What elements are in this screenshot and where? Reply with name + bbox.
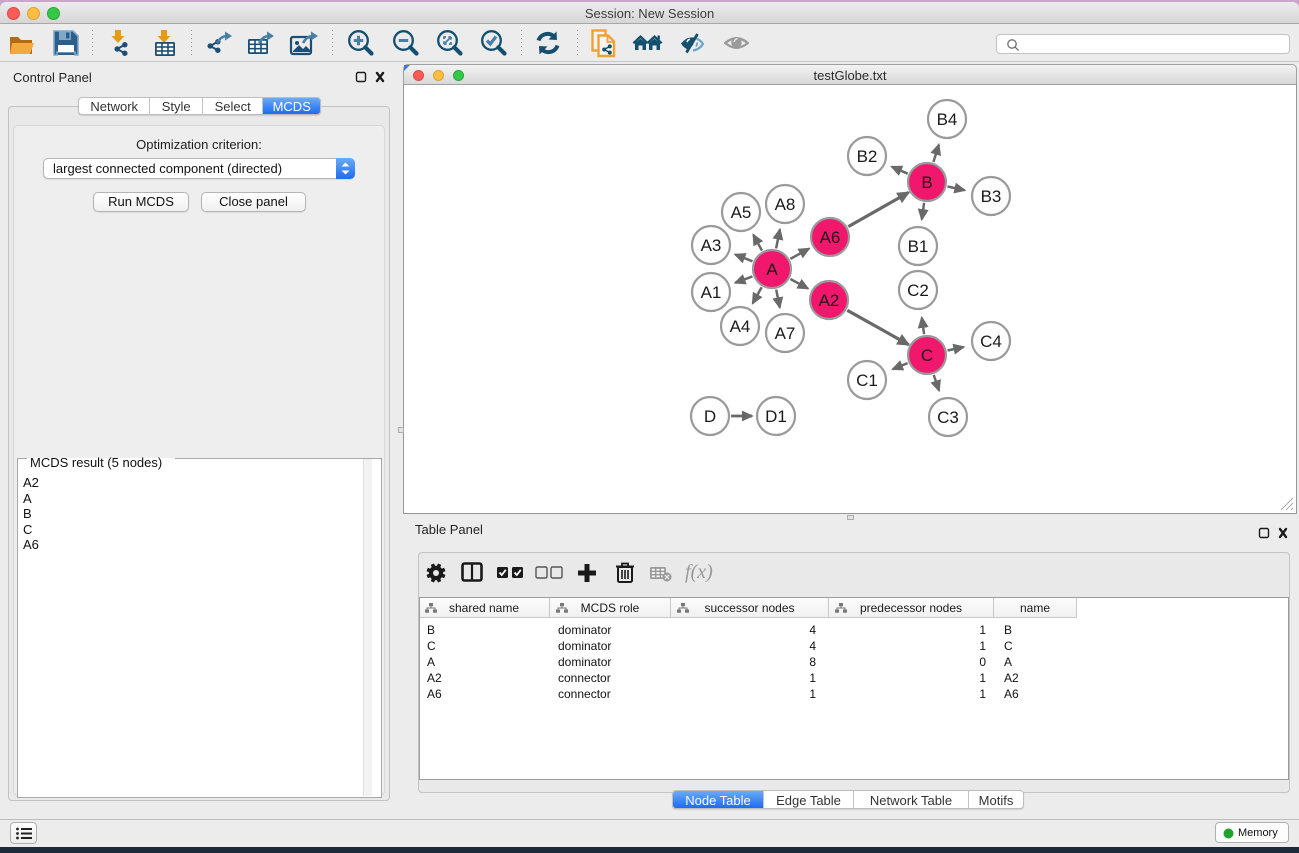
svg-text:B3: B3 bbox=[981, 187, 1002, 206]
svg-text:A3: A3 bbox=[701, 236, 722, 255]
svg-text:A8: A8 bbox=[775, 195, 796, 214]
svg-text:A6: A6 bbox=[820, 228, 841, 247]
svg-text:C4: C4 bbox=[980, 332, 1002, 351]
svg-text:A: A bbox=[766, 260, 778, 279]
svg-text:B: B bbox=[921, 173, 932, 192]
svg-text:B4: B4 bbox=[937, 110, 958, 129]
svg-text:A5: A5 bbox=[731, 203, 752, 222]
svg-text:C: C bbox=[921, 346, 933, 365]
svg-text:A2: A2 bbox=[819, 291, 840, 310]
svg-text:A7: A7 bbox=[775, 324, 796, 343]
svg-text:B2: B2 bbox=[857, 147, 878, 166]
svg-text:A4: A4 bbox=[730, 317, 751, 336]
svg-text:C3: C3 bbox=[937, 408, 959, 427]
svg-text:A1: A1 bbox=[701, 283, 722, 302]
svg-text:D: D bbox=[704, 407, 716, 426]
svg-text:D1: D1 bbox=[765, 407, 787, 426]
svg-text:B1: B1 bbox=[908, 237, 929, 256]
svg-text:C1: C1 bbox=[856, 371, 878, 390]
svg-text:C2: C2 bbox=[907, 281, 929, 300]
